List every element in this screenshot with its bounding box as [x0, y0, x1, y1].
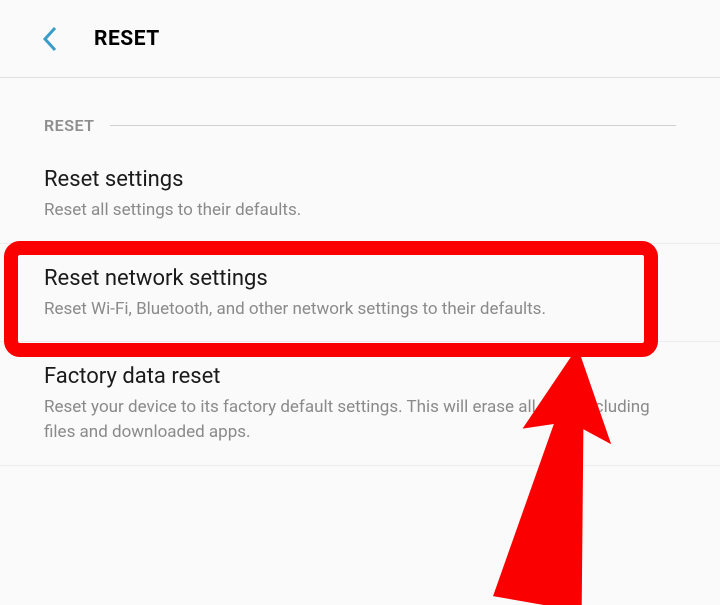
factory-data-reset-item[interactable]: Factory data reset Reset your device to …	[0, 342, 720, 465]
list-item-desc: Reset your device to its factory default…	[44, 395, 676, 444]
list-item-desc: Reset all settings to their defaults.	[44, 198, 676, 223]
reset-settings-item[interactable]: Reset settings Reset all settings to the…	[0, 145, 720, 244]
back-arrow-icon	[41, 25, 59, 53]
list-item-title: Reset network settings	[44, 266, 676, 291]
reset-options-list: Reset settings Reset all settings to the…	[0, 145, 720, 466]
section-header: RESET	[0, 78, 720, 145]
list-item-title: Factory data reset	[44, 364, 676, 389]
section-label: RESET	[44, 116, 94, 135]
list-item-title: Reset settings	[44, 167, 676, 192]
list-item-desc: Reset Wi-Fi, Bluetooth, and other networ…	[44, 297, 676, 322]
app-header: RESET	[0, 0, 720, 78]
reset-network-settings-item[interactable]: Reset network settings Reset Wi-Fi, Blue…	[0, 244, 720, 343]
page-title: RESET	[94, 27, 160, 51]
back-button[interactable]	[30, 19, 70, 59]
section-divider	[110, 125, 676, 126]
